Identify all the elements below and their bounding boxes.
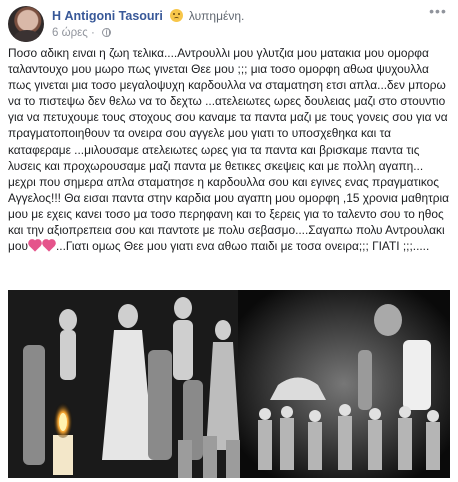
post-photo[interactable] <box>8 290 450 478</box>
author-name-link[interactable]: Antigoni Tasouri <box>65 9 163 23</box>
author-line: Η Antigoni Tasouri λυπημένη. <box>52 8 244 24</box>
sad-face-emoji-icon <box>170 9 184 22</box>
heart-icon <box>29 240 41 252</box>
dance-collage-photo-icon <box>8 290 450 478</box>
separator-dot: · <box>90 27 99 39</box>
heart-icon <box>43 240 55 252</box>
feeling-text: λυπημένη. <box>188 9 245 23</box>
ellipsis-icon[interactable]: ••• <box>428 4 448 20</box>
author-prefix: Η <box>52 9 62 23</box>
post-meta: 6 ώρες · <box>52 27 112 39</box>
author-avatar[interactable] <box>8 6 44 42</box>
post-body-part1: Ποσο αδικη ειναι η ζωη τελικα....Αντρουλ… <box>8 46 450 254</box>
facebook-post: Η Antigoni Tasouri λυπημένη. 6 ώρες · ••… <box>0 0 458 482</box>
post-header: Η Antigoni Tasouri λυπημένη. 6 ώρες · ••… <box>8 4 450 46</box>
post-body-part2: ...Γιατι ομως Θεε μου γιατι ενα αθωο παι… <box>55 239 430 254</box>
globe-icon[interactable] <box>102 28 112 37</box>
post-timestamp[interactable]: 6 ώρες <box>52 27 88 39</box>
post-body-text: Ποσο αδικη ειναι η ζωη τελικα....Αντρουλ… <box>8 45 450 254</box>
